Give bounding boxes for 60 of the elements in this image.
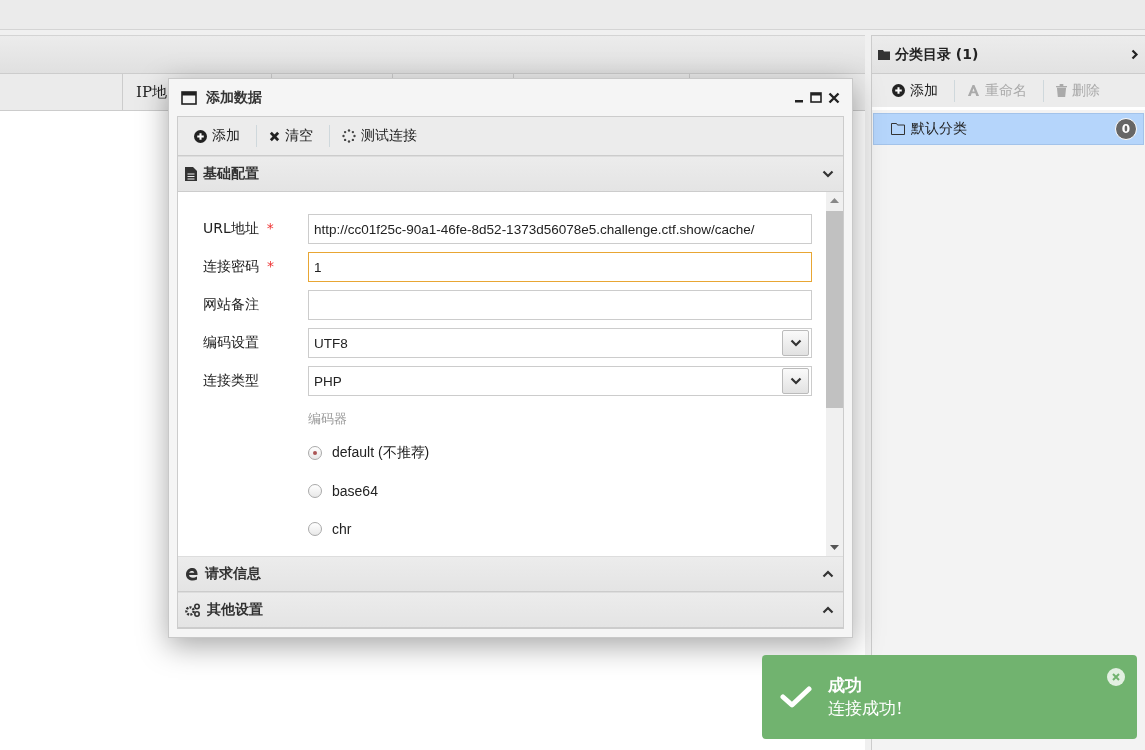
toolbar-button[interactable]: 测试连接	[336, 125, 433, 147]
scroll-down-icon[interactable]	[830, 545, 839, 550]
radio-label[interactable]: chr	[332, 521, 352, 537]
gears-icon	[185, 603, 201, 617]
radio-button[interactable]	[308, 484, 322, 498]
toast-title: 成功	[828, 674, 862, 697]
folder-icon	[878, 49, 890, 60]
toolbar-button[interactable]: 清空	[263, 125, 330, 147]
encoder-label: 编码器	[308, 410, 348, 428]
chevron-up-icon[interactable]	[822, 606, 834, 614]
radio-button[interactable]	[308, 446, 322, 460]
plus-circle-icon	[194, 129, 207, 143]
chevron-down-icon[interactable]	[822, 170, 834, 178]
plus-circle-icon	[892, 84, 905, 97]
field-label: 连接类型	[203, 372, 259, 390]
input-field[interactable]: http://cc01f25c-90a1-46fe-8d52-1373d56078e5.challenge.ctf.show/cache/	[308, 214, 812, 244]
chevron-down-icon[interactable]	[789, 339, 802, 347]
select-field[interactable]: PHP	[308, 366, 812, 396]
section-header[interactable]: 请求信息	[178, 556, 843, 592]
chevron-right-icon[interactable]	[1131, 49, 1139, 60]
field-label: 网站备注	[203, 296, 259, 314]
browser-e-icon	[185, 567, 199, 581]
category-name: 默认分类	[911, 120, 968, 138]
section-header[interactable]: 其他设置	[178, 592, 843, 628]
count-badge: 0	[1115, 118, 1137, 140]
radio-button[interactable]	[308, 522, 322, 536]
toast-message: 连接成功!	[828, 697, 903, 720]
section-header[interactable]: 基础配置	[178, 156, 843, 192]
scrollbar[interactable]	[826, 192, 843, 556]
spinner-icon	[342, 129, 356, 143]
scroll-up-icon[interactable]	[830, 198, 839, 203]
field-label: 编码设置	[203, 334, 259, 352]
field-label: 连接密码	[203, 258, 259, 276]
toolbar-button[interactable]: 添加	[886, 79, 955, 102]
letter-a-icon	[967, 84, 980, 97]
folder-icon	[891, 123, 905, 135]
document-icon	[185, 167, 197, 181]
checkmark-icon	[780, 685, 812, 709]
required-mark: *	[266, 220, 274, 238]
section-title: 请求信息	[205, 565, 262, 583]
section-title: 基础配置	[203, 165, 260, 183]
radio-label[interactable]: base64	[332, 483, 378, 499]
input-field[interactable]	[308, 290, 812, 320]
chevron-down-icon[interactable]	[789, 377, 802, 385]
select-field[interactable]: UTF8	[308, 328, 812, 358]
window-icon	[181, 90, 197, 105]
section-title: 其他设置	[207, 601, 264, 619]
panel-title: 分类目录 (1)	[895, 45, 980, 64]
trash-icon	[1056, 84, 1067, 97]
radio-label[interactable]: default (不推荐)	[332, 444, 430, 462]
dialog-title: 添加数据	[206, 88, 263, 107]
field-label: URL地址	[203, 220, 259, 238]
close-icon	[269, 130, 280, 142]
required-mark: *	[267, 258, 274, 276]
close-icon[interactable]	[828, 91, 840, 104]
category-item[interactable]: 默认分类 0	[873, 113, 1144, 145]
maximize-icon[interactable]	[810, 92, 822, 103]
input-field[interactable]: 1	[308, 252, 812, 282]
chevron-up-icon[interactable]	[822, 570, 834, 578]
toolbar-button[interactable]: 添加	[188, 125, 257, 147]
